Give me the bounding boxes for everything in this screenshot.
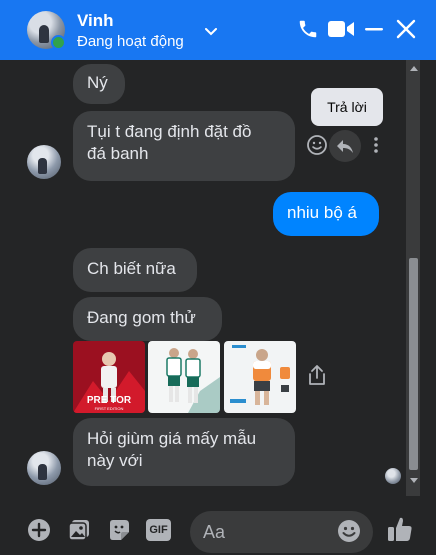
message-text-line: Tụi t đang định đặt đồ — [87, 122, 252, 141]
message-input-placeholder: Aa — [203, 522, 226, 542]
phone-icon[interactable] — [297, 18, 319, 40]
message-bubble[interactable]: Đang gom thử — [73, 297, 222, 341]
contact-avatar-small[interactable] — [27, 145, 61, 179]
message-text-line: này với — [87, 451, 143, 470]
photo-icon[interactable] — [67, 518, 91, 542]
seen-avatar — [385, 468, 401, 484]
message-bubble[interactable]: Ch biết nữa — [73, 248, 197, 292]
gif-icon[interactable]: GIF — [146, 519, 171, 541]
contact-name[interactable]: Vinh — [77, 11, 114, 31]
photo-attachment[interactable]: PRE TOR FIRST EDITION — [73, 341, 145, 413]
photo-caption: PRE TOR — [87, 395, 132, 406]
message-text-line: đá banh — [87, 144, 149, 163]
react-emoji-icon[interactable] — [306, 134, 328, 156]
close-icon[interactable] — [396, 18, 416, 40]
message-bubble[interactable]: Ný — [73, 64, 125, 104]
share-icon[interactable] — [307, 364, 327, 386]
chevron-down-icon[interactable] — [205, 28, 217, 36]
message-bubble[interactable]: Tụi t đang định đặt đồ đá banh — [73, 111, 295, 181]
reply-icon[interactable] — [335, 136, 355, 156]
photo-attachment[interactable] — [148, 341, 220, 413]
reply-tooltip: Trả lời — [311, 88, 383, 126]
message-text: Đang gom thử — [87, 308, 196, 327]
scroll-down-arrow[interactable] — [410, 478, 418, 483]
add-icon[interactable] — [27, 518, 51, 542]
online-indicator — [51, 35, 66, 50]
message-text-line: Hỏi giùm giá mấy mẫu — [87, 429, 257, 448]
photo-subcaption: FIRST EDITION — [95, 406, 124, 411]
video-icon[interactable] — [327, 18, 355, 40]
more-options-icon[interactable] — [372, 135, 380, 155]
sticker-icon[interactable] — [107, 518, 131, 542]
message-text: Ch biết nữa — [87, 259, 176, 278]
minimize-icon[interactable] — [364, 18, 384, 40]
scroll-up-arrow[interactable] — [410, 66, 418, 71]
contact-status: Đang hoạt động — [77, 33, 184, 50]
thumbs-up-icon[interactable] — [387, 515, 413, 543]
message-text: nhiu bộ á — [287, 203, 357, 222]
scrollbar-thumb[interactable] — [409, 258, 418, 470]
message-text: Ný — [87, 73, 108, 92]
my-message-bubble[interactable]: nhiu bộ á — [273, 192, 379, 236]
photo-attachment[interactable] — [224, 341, 296, 413]
contact-avatar-small[interactable] — [27, 451, 61, 485]
emoji-icon[interactable] — [337, 519, 361, 543]
message-bubble[interactable]: Hỏi giùm giá mấy mẫu này với — [73, 418, 295, 486]
